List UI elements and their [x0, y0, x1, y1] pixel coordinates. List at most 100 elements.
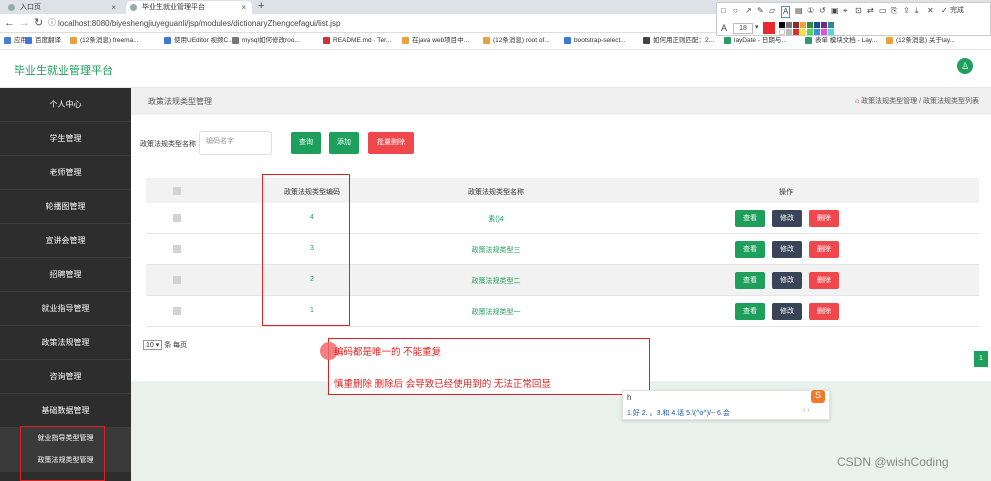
rectangle-icon[interactable]: □	[721, 6, 726, 16]
user-icon[interactable]: ♙	[957, 58, 973, 74]
bookmark[interactable]: README.md · Ter...	[323, 36, 391, 46]
circle-icon[interactable]: ○	[733, 6, 738, 16]
add-button[interactable]: 添加	[329, 132, 359, 154]
row-checkbox[interactable]	[173, 276, 181, 284]
crop-icon[interactable]: ▣	[831, 6, 839, 16]
download-icon[interactable]: ⤓	[915, 6, 919, 16]
pen-icon[interactable]: ✎	[757, 6, 764, 16]
chevron-down-icon[interactable]: ▾	[755, 23, 759, 33]
bookmark[interactable]: 表单 模块文档 - Lay...	[805, 36, 877, 46]
bookmark[interactable]: 使用UEditor 视频C...	[164, 36, 234, 46]
new-tab-icon[interactable]: +	[258, 0, 264, 12]
finish-button[interactable]: 完成	[950, 6, 964, 16]
row-checkbox[interactable]	[173, 214, 181, 222]
marker-icon[interactable]: ▱	[769, 6, 775, 16]
sidebar-item-teachers[interactable]: 老师管理	[0, 156, 131, 190]
delete-button[interactable]: 删除	[809, 272, 839, 289]
delete-button[interactable]: 删除	[809, 241, 839, 258]
color-swatch[interactable]	[786, 29, 792, 35]
edit-button[interactable]: 修改	[772, 272, 802, 289]
color-swatch[interactable]	[807, 29, 813, 35]
view-button[interactable]: 查看	[735, 210, 765, 227]
translate-icon[interactable]: ⇄	[867, 6, 874, 16]
row-checkbox[interactable]	[173, 307, 181, 315]
info-icon[interactable]: ⓘ	[48, 17, 56, 29]
delete-button[interactable]: 删除	[809, 210, 839, 227]
reload-icon[interactable]: ↻	[34, 17, 43, 29]
color-swatch[interactable]	[793, 29, 799, 35]
bookmark[interactable]: layDate - 日期与...	[724, 36, 787, 46]
share-icon[interactable]: ⇪	[903, 6, 910, 16]
bookmark[interactable]: (12条消息) freema...	[70, 36, 139, 46]
sidebar-item-base-data[interactable]: 基础数据管理	[0, 394, 131, 428]
bookmark[interactable]: mysql如何修改roo...	[232, 36, 300, 46]
close-icon[interactable]: ×	[241, 1, 246, 14]
clipboard-icon[interactable]: ⎘	[891, 6, 897, 16]
color-swatch[interactable]	[821, 29, 827, 35]
ime-prev-next-icon[interactable]: ‹ ›	[803, 407, 810, 414]
page-size-select[interactable]: 10 ▾	[143, 340, 163, 350]
back-icon[interactable]: ←	[4, 17, 15, 29]
undo-icon[interactable]: ↺	[819, 6, 826, 16]
bookmark[interactable]: 应用	[4, 36, 27, 46]
color-swatch[interactable]	[800, 29, 806, 35]
edit-button[interactable]: 修改	[772, 303, 802, 320]
bookmark[interactable]: 在java web项目中...	[402, 36, 469, 46]
url-field[interactable]: localhost:8080/biyeshengjiuyeguanli/jsp/…	[58, 17, 708, 30]
sidebar-item-seminars[interactable]: 宣讲会管理	[0, 224, 131, 258]
save-icon[interactable]: ▭	[879, 6, 887, 16]
batch-delete-button[interactable]: 批量删除	[368, 132, 414, 154]
page-title: 政策法规类型管理	[148, 97, 212, 106]
color-swatch[interactable]	[807, 22, 813, 28]
color-swatch[interactable]	[779, 29, 785, 35]
number-icon[interactable]: ①	[807, 6, 814, 16]
text-icon[interactable]: A	[781, 6, 791, 18]
search-input[interactable]: 编码名字	[199, 131, 272, 155]
edit-button[interactable]: 修改	[772, 241, 802, 258]
page-button-current[interactable]: 1	[974, 351, 988, 367]
close-icon[interactable]: ×	[111, 1, 116, 14]
color-swatch[interactable]	[779, 22, 785, 28]
delete-button[interactable]: 删除	[809, 303, 839, 320]
view-button[interactable]: 查看	[735, 241, 765, 258]
arrow-icon[interactable]: ↗	[745, 6, 752, 16]
home-icon[interactable]: ⌂	[855, 98, 859, 105]
color-swatch[interactable]	[814, 29, 820, 35]
bookmark[interactable]: (12条消息) root of...	[483, 36, 550, 46]
ocr-icon[interactable]: ⊡	[855, 6, 862, 16]
sidebar-item-consulting[interactable]: 咨询管理	[0, 360, 131, 394]
view-button[interactable]: 查看	[735, 303, 765, 320]
sidebar-item-carousel[interactable]: 轮播图管理	[0, 190, 131, 224]
pin-icon[interactable]: ⌖	[843, 6, 848, 16]
color-swatch[interactable]	[814, 22, 820, 28]
color-swatch[interactable]	[786, 22, 792, 28]
current-color-swatch[interactable]	[763, 22, 775, 34]
check-icon[interactable]: ✓	[941, 6, 948, 16]
browser-tab[interactable]: 入口页 ×	[4, 1, 122, 14]
row-checkbox[interactable]	[173, 245, 181, 253]
sidebar-item-profile[interactable]: 个人中心	[0, 88, 131, 122]
color-swatch[interactable]	[828, 29, 834, 35]
sidebar-item-students[interactable]: 学生管理	[0, 122, 131, 156]
sidebar-item-recruitment[interactable]: 招聘管理	[0, 258, 131, 292]
cancel-icon[interactable]: ✕	[927, 6, 934, 16]
sidebar-item-policies[interactable]: 政策法规管理	[0, 326, 131, 360]
ime-candidates[interactable]: 1.好 2. 。3.和 4.话 5.\(^o^)/~ 6.会	[627, 408, 730, 418]
select-all-checkbox[interactable]	[173, 187, 181, 195]
sidebar-item-guidance[interactable]: 就业指导管理	[0, 292, 131, 326]
mosaic-icon[interactable]: ▤	[795, 6, 803, 16]
color-swatch[interactable]	[821, 22, 827, 28]
color-swatch[interactable]	[828, 22, 834, 28]
browser-tab-active[interactable]: 毕业生就业管理平台 ×	[126, 1, 252, 14]
bookmark[interactable]: 百度翻译	[25, 36, 61, 46]
view-button[interactable]: 查看	[735, 272, 765, 289]
query-button[interactable]: 查询	[291, 132, 321, 154]
font-size-select[interactable]: 18	[733, 23, 753, 34]
forward-icon[interactable]: →	[19, 17, 30, 29]
color-swatch[interactable]	[793, 22, 799, 28]
bookmark[interactable]: 如何用正则匹配：2...	[643, 36, 714, 46]
bookmark[interactable]: bootstrap-select...	[564, 36, 626, 46]
bookmark[interactable]: (12条消息) 关于lay...	[886, 36, 955, 46]
edit-button[interactable]: 修改	[772, 210, 802, 227]
color-swatch[interactable]	[800, 22, 806, 28]
